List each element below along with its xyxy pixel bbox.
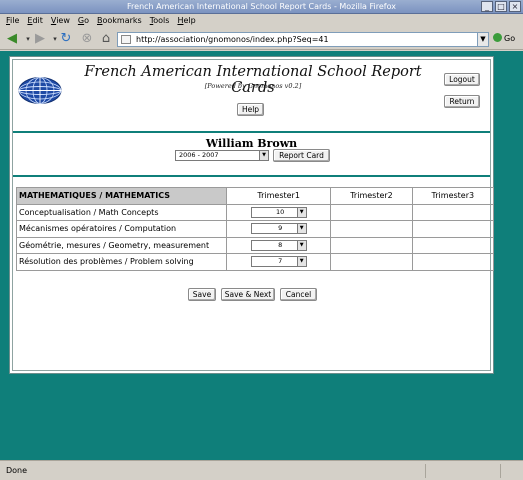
trimester-2-cell: [330, 220, 413, 238]
url-history-dropdown-icon[interactable]: ▼: [477, 32, 489, 47]
table-row: Géométrie, mesures / Geometry, measureme…: [16, 236, 495, 254]
go-label: Go: [504, 34, 516, 43]
back-arrow-icon[interactable]: ◀: [4, 31, 20, 47]
grade-value: 8: [278, 240, 283, 249]
subject-heading: MATHEMATIQUES / MATHEMATICS: [16, 187, 227, 205]
status-divider: [500, 464, 501, 478]
stop-icon[interactable]: ⊗: [79, 31, 95, 47]
logout-button[interactable]: Logout: [444, 73, 480, 86]
go-button[interactable]: Go: [493, 33, 515, 45]
page-header: French American International School Rep…: [13, 60, 490, 133]
menu-edit[interactable]: Edit: [27, 14, 43, 28]
chevron-down-icon: ▼: [259, 151, 268, 160]
trimester-2-cell: [330, 203, 413, 221]
skill-label: Conceptualisation / Math Concepts: [16, 203, 227, 221]
table-row: Conceptualisation / Math Concepts 10 ▼: [16, 203, 495, 221]
trimester-1-grade-select[interactable]: 7 ▼: [250, 256, 307, 268]
grade-value: 10: [276, 207, 285, 216]
page-favicon-icon: [121, 35, 131, 44]
report-card-panel: French American International School Rep…: [9, 56, 495, 374]
status-bar: Done: [0, 460, 523, 480]
site-title: French American International School Rep…: [84, 64, 422, 96]
cancel-button[interactable]: Cancel: [280, 288, 317, 301]
menu-go[interactable]: Go: [78, 14, 89, 28]
report-card-button[interactable]: Report Card: [273, 149, 330, 162]
menu-tools[interactable]: Tools: [150, 14, 170, 28]
return-button[interactable]: Return: [444, 95, 480, 108]
forward-arrow-icon[interactable]: ▶: [32, 31, 48, 47]
close-icon[interactable]: ×: [509, 1, 521, 12]
page-content: French American International School Rep…: [0, 51, 523, 460]
school-year-value: 2006 - 2007: [179, 151, 219, 159]
skill-label: Mécanismes opératoires / Computation: [16, 220, 227, 238]
grades-header-row: MATHEMATIQUES / MATHEMATICS Trimester1 T…: [16, 187, 495, 205]
menu-help[interactable]: Help: [177, 14, 195, 28]
grades-table: MATHEMATIQUES / MATHEMATICS Trimester1 T…: [16, 187, 495, 271]
table-row: Résolution des problèmes / Problem solvi…: [16, 253, 495, 271]
url-bar[interactable]: http://association/gnomonos/index.php?Se…: [117, 32, 489, 47]
menu-file[interactable]: File: [6, 14, 19, 28]
chevron-down-icon: ▼: [296, 240, 306, 250]
chevron-down-icon: ▼: [296, 224, 306, 234]
reload-icon[interactable]: ↻: [58, 31, 74, 47]
maximize-icon[interactable]: □: [495, 1, 507, 12]
trimester-2-heading: Trimester2: [330, 187, 413, 205]
menu-view[interactable]: View: [51, 14, 70, 28]
school-year-select[interactable]: 2006 - 2007 ▼: [175, 150, 269, 161]
minimize-icon[interactable]: _: [481, 1, 493, 12]
trimester-1-grade-select[interactable]: 9 ▼: [250, 223, 307, 235]
grade-value: 7: [278, 257, 283, 266]
trimester-3-cell: [411, 236, 495, 254]
chevron-down-icon: ▼: [296, 257, 306, 267]
trimester-1-grade-select[interactable]: 10 ▼: [250, 206, 307, 218]
powered-by-text: [Powered by Gnomonos v0.2]: [204, 82, 302, 90]
save-button[interactable]: Save: [188, 288, 216, 301]
student-name: William Brown: [205, 137, 298, 150]
student-section: William Brown 2006 - 2007 ▼ Report Card: [13, 135, 490, 177]
status-divider: [425, 464, 426, 478]
help-button[interactable]: Help: [237, 103, 264, 116]
url-text: http://association/gnomonos/index.php?Se…: [136, 35, 329, 44]
status-text: Done: [6, 466, 28, 475]
table-row: Mécanismes opératoires / Computation 9 ▼: [16, 220, 495, 238]
trimester-3-cell: [411, 203, 495, 221]
menu-bookmarks[interactable]: Bookmarks: [97, 14, 142, 28]
trimester-1-heading: Trimester1: [225, 187, 332, 205]
trimester-3-cell: [411, 220, 495, 238]
trimester-1-grade-select[interactable]: 8 ▼: [250, 239, 307, 251]
navigation-toolbar: ◀ ▾ ▶ ▾ ↻ ⊗ ⌂ http://association/gnomono…: [0, 28, 523, 50]
window-title: French American International School Rep…: [127, 2, 396, 11]
chevron-down-icon: ▼: [296, 207, 306, 217]
skill-label: Résolution des problèmes / Problem solvi…: [16, 253, 227, 271]
trimester-3-cell: [411, 253, 495, 271]
trimester-2-cell: [330, 236, 413, 254]
grade-value: 9: [278, 224, 283, 233]
home-icon[interactable]: ⌂: [98, 31, 114, 47]
school-logo-globe-icon: [18, 77, 62, 104]
skill-label: Géométrie, mesures / Geometry, measureme…: [16, 236, 227, 254]
trimester-3-heading: Trimester3: [411, 187, 495, 205]
save-and-next-button[interactable]: Save & Next: [221, 288, 275, 301]
trimester-2-cell: [330, 253, 413, 271]
menu-bar: File Edit View Go Bookmarks Tools Help: [0, 14, 523, 28]
go-arrow-icon: [493, 33, 502, 42]
window-title-bar: French American International School Rep…: [0, 0, 523, 14]
